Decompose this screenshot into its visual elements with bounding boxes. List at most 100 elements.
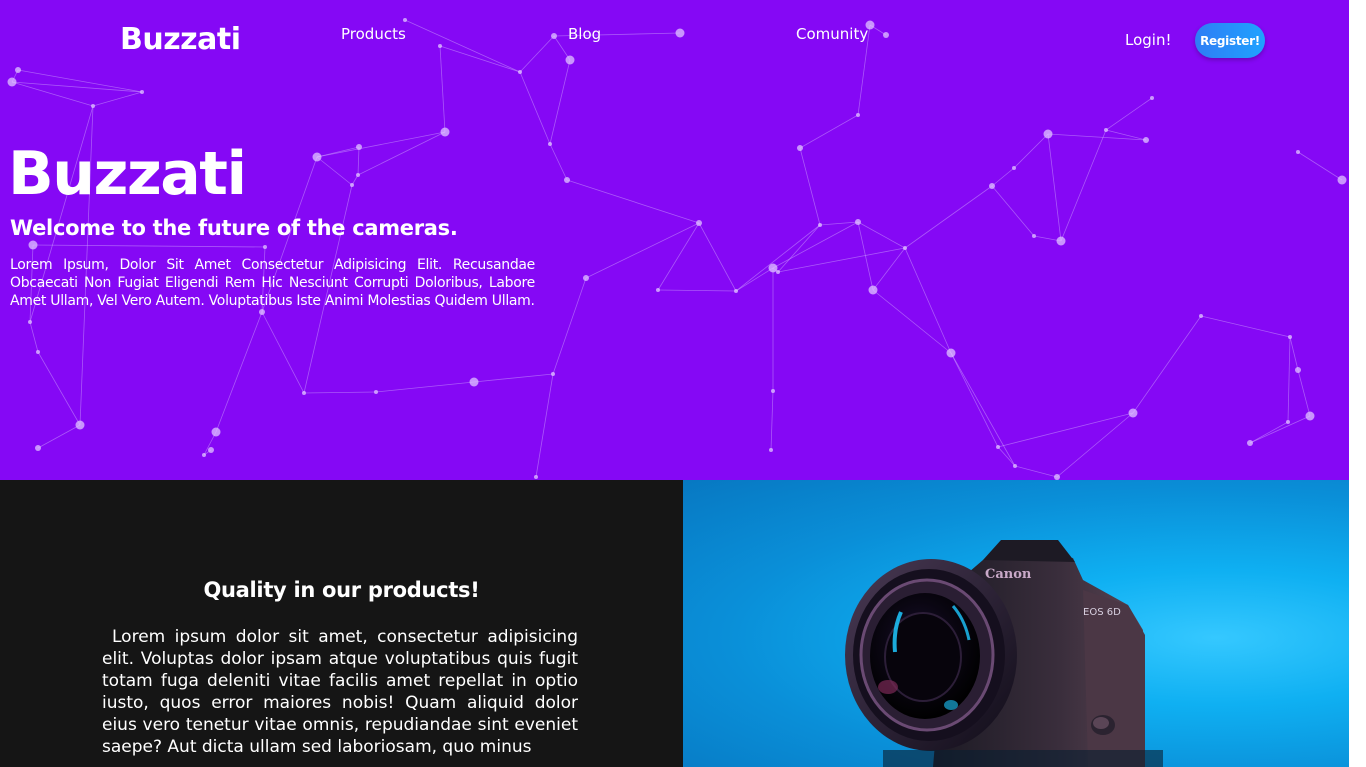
network-node xyxy=(1288,335,1292,339)
network-line xyxy=(997,446,1016,467)
network-line xyxy=(215,311,263,433)
network-line xyxy=(1014,465,1058,478)
hero-description: Lorem Ipsum, Dolor Sit Amet Consectetur … xyxy=(10,257,535,309)
network-node xyxy=(374,390,378,394)
network-node xyxy=(551,372,555,376)
network-node xyxy=(1247,440,1253,446)
network-node xyxy=(1012,166,1016,170)
network-line xyxy=(552,277,587,375)
network-line xyxy=(950,352,1016,467)
feature-title: Quality in our products! xyxy=(203,578,480,602)
register-button[interactable]: Register! xyxy=(1195,23,1265,58)
network-line xyxy=(857,221,906,249)
network-node xyxy=(28,240,38,250)
hero-subtitle: Welcome to the future of the cameras. xyxy=(10,216,458,240)
network-line xyxy=(17,69,143,93)
page: Buzzati Products Blog Comunity Login! Re… xyxy=(0,0,1349,767)
network-node xyxy=(996,445,1000,449)
network-line xyxy=(777,247,906,273)
network-node xyxy=(1143,137,1149,143)
network-node xyxy=(768,263,778,273)
network-node xyxy=(734,289,738,293)
network-node xyxy=(1104,128,1108,132)
network-line xyxy=(872,289,952,354)
network-node xyxy=(1286,420,1290,424)
network-node xyxy=(1337,175,1347,185)
network-line xyxy=(1297,151,1343,181)
network-line xyxy=(657,289,737,292)
network-line xyxy=(439,45,446,133)
network-node xyxy=(856,113,860,117)
network-line xyxy=(535,373,554,478)
network-node xyxy=(1056,236,1066,246)
network-node xyxy=(797,145,803,151)
network-node xyxy=(1305,411,1315,421)
network-line xyxy=(991,185,1035,237)
network-line xyxy=(1289,336,1299,371)
network-line xyxy=(799,114,859,149)
network-node xyxy=(202,453,206,457)
network-node xyxy=(1150,96,1154,100)
network-line xyxy=(32,244,266,248)
network-line xyxy=(799,147,821,226)
camera-illustration: Canon EOS 6D xyxy=(845,540,1163,767)
network-node xyxy=(91,104,95,108)
network-node xyxy=(564,177,570,183)
network-line xyxy=(1047,133,1062,242)
network-line xyxy=(11,81,143,93)
network-line xyxy=(1249,415,1311,444)
network-node xyxy=(771,389,775,393)
network-line xyxy=(303,391,377,394)
network-node xyxy=(1128,408,1138,418)
network-line xyxy=(770,390,774,451)
network-line xyxy=(904,185,993,249)
network-node xyxy=(75,420,85,430)
network-line xyxy=(1287,336,1291,423)
network-node xyxy=(403,18,407,22)
network-node xyxy=(1295,367,1301,373)
network-node xyxy=(208,447,214,453)
network-background xyxy=(7,18,1347,480)
network-line xyxy=(1132,315,1202,414)
network-line xyxy=(735,224,821,292)
network-node xyxy=(312,152,322,162)
network-line xyxy=(316,131,446,158)
network-node xyxy=(989,183,995,189)
network-line xyxy=(439,45,521,73)
network-line xyxy=(375,381,475,393)
network-node xyxy=(903,246,907,250)
hero-section: Buzzati Products Blog Comunity Login! Re… xyxy=(0,0,1349,480)
network-node xyxy=(438,44,442,48)
network-node xyxy=(883,32,889,38)
camera-brand-label: Canon xyxy=(985,567,1032,582)
network-node xyxy=(583,275,589,281)
network-node xyxy=(356,173,360,177)
network-line xyxy=(1013,133,1049,169)
network-node xyxy=(1043,129,1053,139)
network-node xyxy=(302,391,306,395)
network-node xyxy=(868,285,878,295)
feature-description: Lorem ipsum dolor sit amet, consectetur … xyxy=(102,627,578,757)
network-node xyxy=(548,142,552,146)
nav-link-products[interactable]: Products xyxy=(341,25,406,43)
network-line xyxy=(519,71,551,145)
network-node xyxy=(1296,150,1300,154)
network-node xyxy=(518,70,522,74)
nav-link-blog[interactable]: Blog xyxy=(568,25,601,43)
network-line xyxy=(549,143,568,181)
network-node xyxy=(356,144,362,150)
network-line xyxy=(1060,129,1107,242)
network-node xyxy=(350,183,354,187)
network-node xyxy=(7,77,17,87)
network-node xyxy=(263,245,267,249)
network-node xyxy=(696,220,702,226)
network-node xyxy=(656,288,660,292)
network-node xyxy=(776,270,780,274)
network-node xyxy=(469,377,479,387)
nav-logo[interactable]: Buzzati xyxy=(120,22,241,57)
nav-link-community[interactable]: Comunity xyxy=(796,25,868,43)
network-node xyxy=(440,127,450,137)
network-line xyxy=(37,424,81,449)
network-node xyxy=(565,55,575,65)
login-link[interactable]: Login! xyxy=(1125,31,1171,49)
